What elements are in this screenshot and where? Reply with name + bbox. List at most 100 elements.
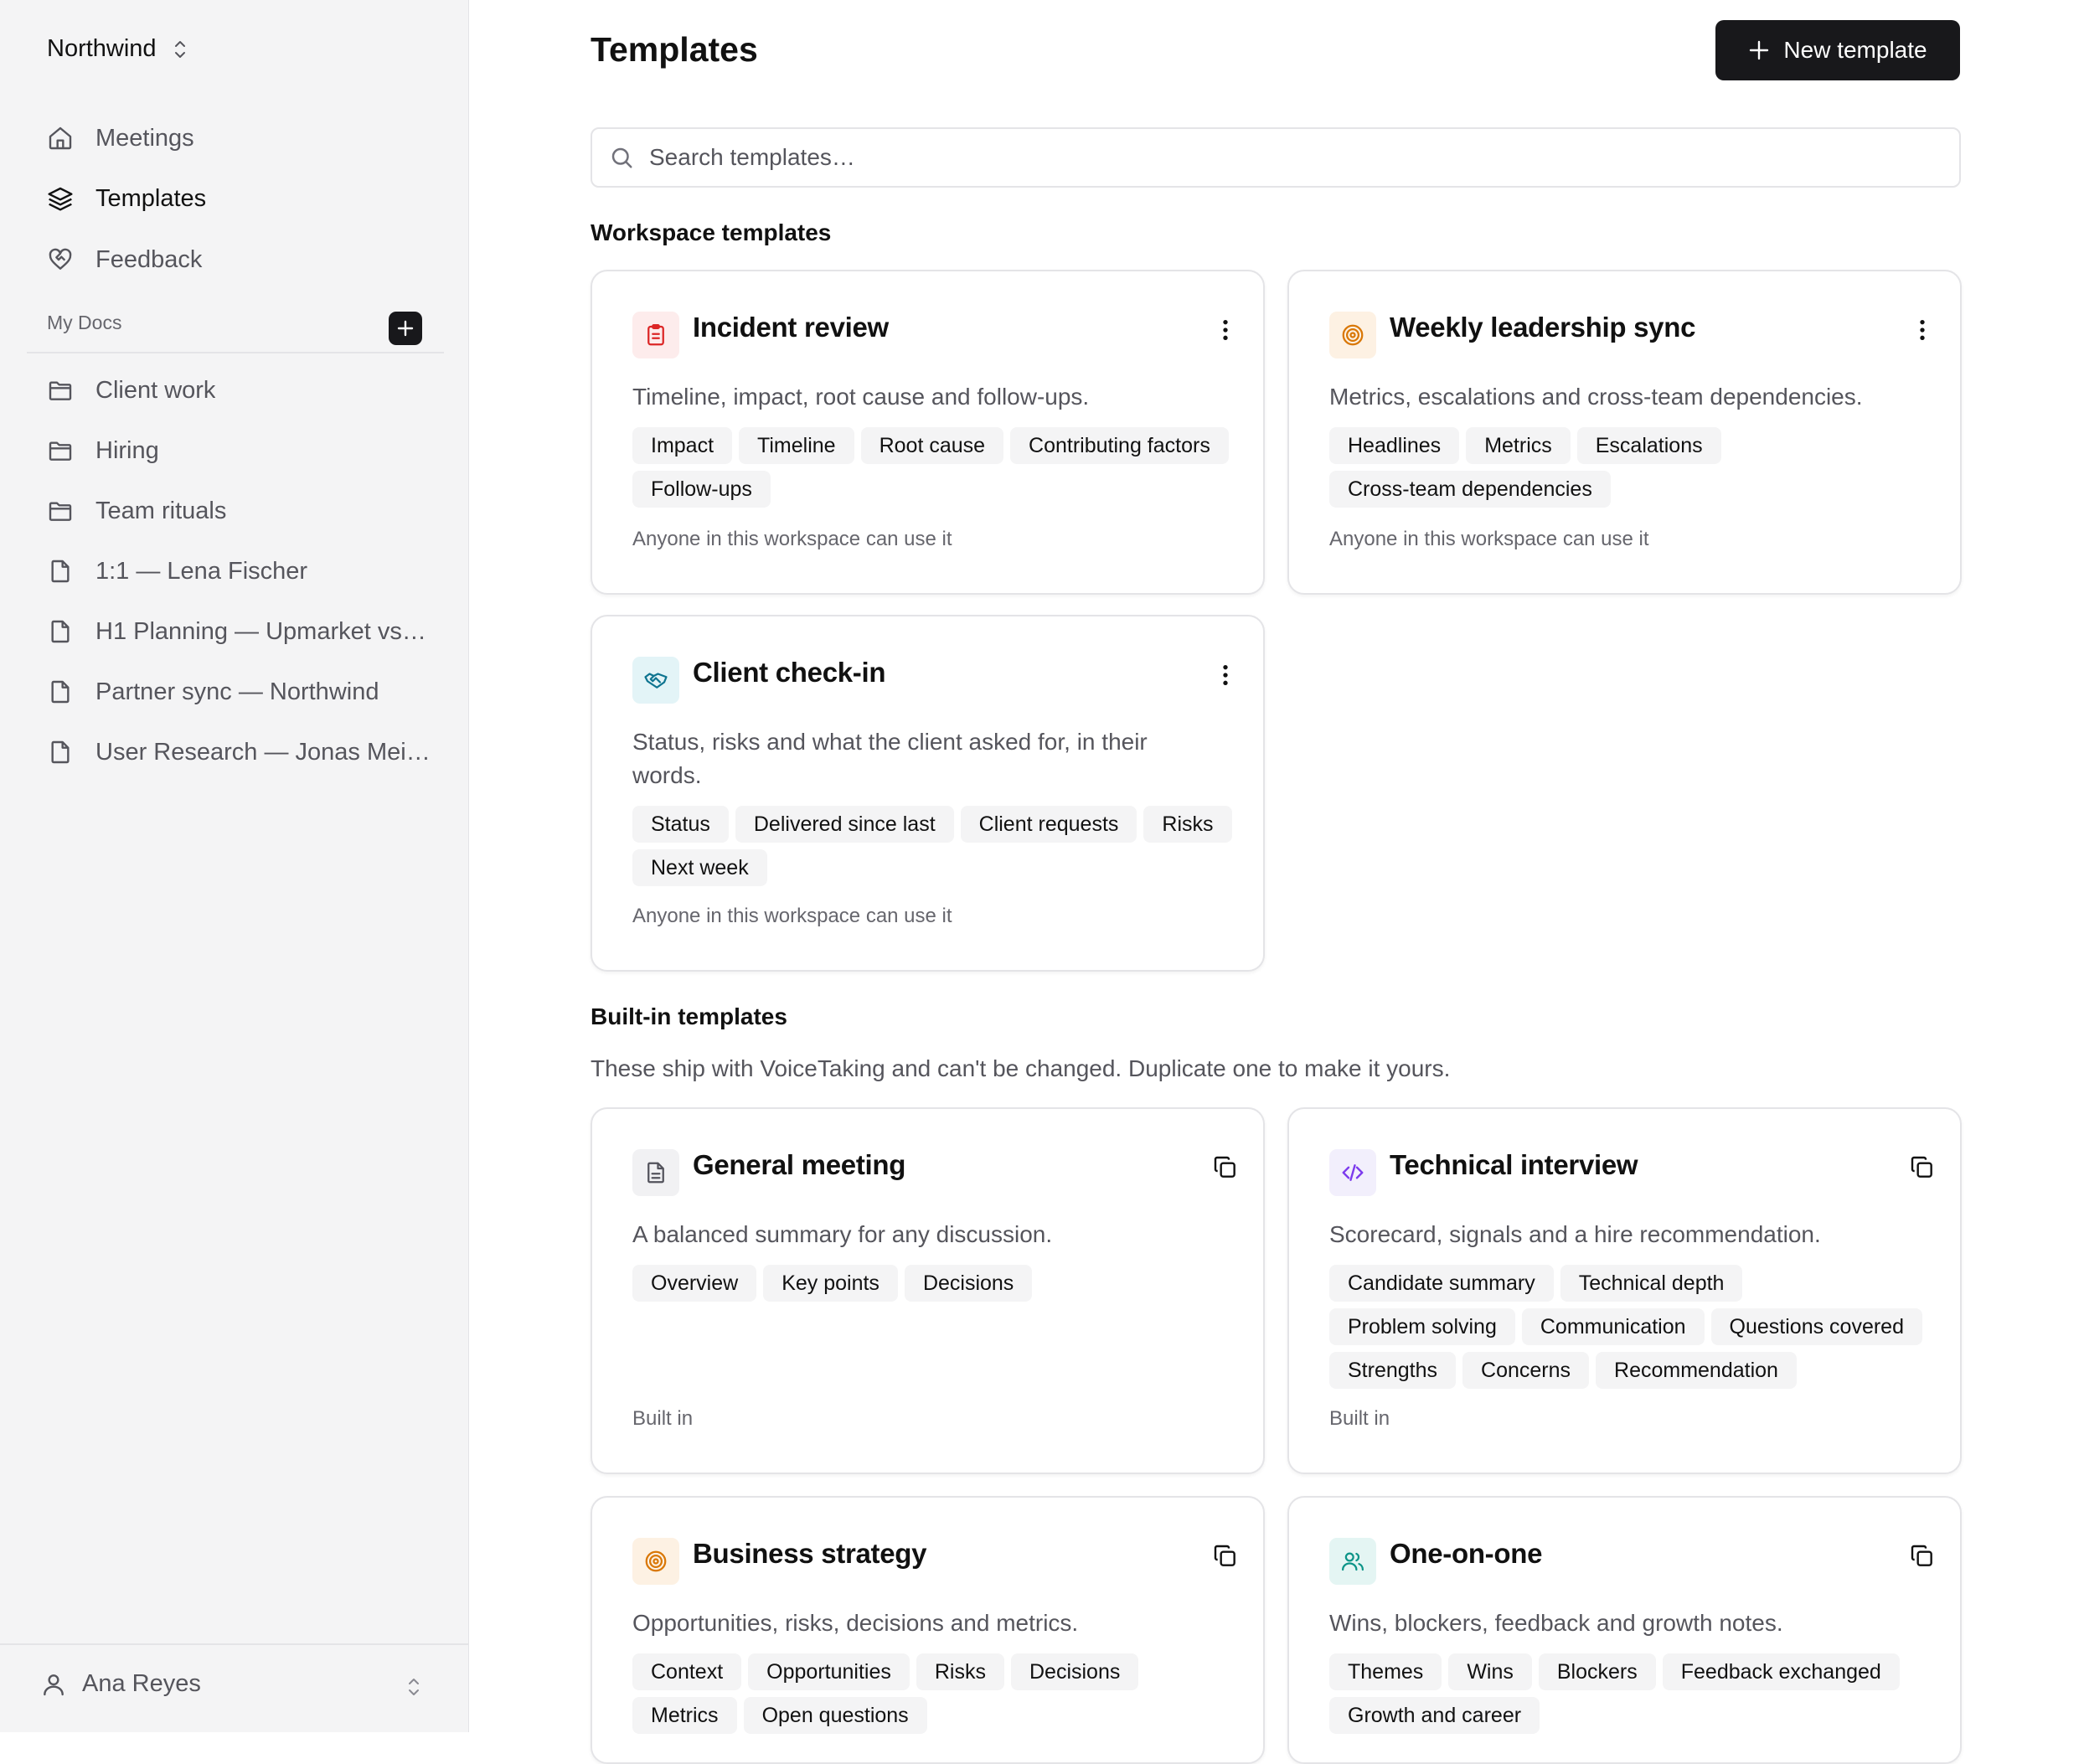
- doc-label: Team rituals: [95, 497, 227, 524]
- card-title: Weekly leadership sync: [1390, 312, 1696, 343]
- card-footer: Anyone in this workspace can use it: [632, 528, 952, 550]
- card-icon-badge: [632, 1538, 679, 1585]
- folder-icon: [49, 441, 72, 461]
- tag-list: Impact Timeline Root cause Contributing …: [632, 427, 1235, 508]
- page-title: Templates: [591, 30, 758, 69]
- workspace-name: Northwind: [47, 35, 157, 62]
- doc-item-1on1-lena[interactable]: 1:1 — Lena Fischer: [47, 553, 432, 590]
- doc-label: H1 Planning — Upmarket vs …: [95, 617, 432, 645]
- nav-meetings[interactable]: Meetings: [47, 120, 194, 157]
- template-card-general-meeting[interactable]: General meeting A balanced summary for a…: [591, 1107, 1265, 1474]
- card-description: Status, risks and what the client asked …: [632, 729, 1148, 788]
- duplicate-button[interactable]: [1209, 1151, 1242, 1184]
- more-vertical-icon: [1223, 320, 1228, 340]
- users-icon: [1342, 1552, 1364, 1571]
- template-card-client-check-in[interactable]: Client check-in Status, risks and what t…: [591, 615, 1265, 972]
- template-card-business-strategy[interactable]: Business strategy Opportunities, risks, …: [591, 1496, 1265, 1764]
- doc-item-team-rituals[interactable]: Team rituals: [47, 493, 432, 529]
- duplicate-button[interactable]: [1209, 1540, 1242, 1573]
- template-card-one-on-one[interactable]: One-on-one Wins, blockers, feedback and …: [1287, 1496, 1962, 1764]
- doc-item-hiring[interactable]: Hiring: [47, 432, 432, 469]
- new-template-button[interactable]: New template: [1715, 20, 1960, 80]
- card-footer: Anyone in this workspace can use it: [632, 905, 952, 927]
- tag-list: Status Delivered since last Client reque…: [632, 806, 1235, 886]
- tag: Contributing factors: [1010, 427, 1229, 464]
- clipboard-icon: [647, 324, 664, 346]
- new-template-label: New template: [1783, 37, 1927, 63]
- user-icon: [44, 1674, 64, 1695]
- tag: Headlines: [1329, 427, 1460, 464]
- doc-label: Partner sync — Northwind: [95, 678, 379, 705]
- card-footer: Built in: [632, 1407, 694, 1430]
- card-icon-badge: [632, 657, 679, 704]
- doc-label: User Research — Jonas Meij…: [95, 738, 432, 766]
- card-title: Technical interview: [1390, 1149, 1638, 1180]
- tag: Metrics: [632, 1697, 737, 1734]
- nav-templates[interactable]: Templates: [47, 180, 206, 217]
- main-content: Templates New template Workspace templat…: [469, 0, 2084, 1764]
- doc-item-partner-sync[interactable]: Partner sync — Northwind: [47, 673, 432, 710]
- tag-list: Candidate summary Technical depth Proble…: [1329, 1265, 1932, 1389]
- more-menu-button[interactable]: [1209, 658, 1242, 692]
- card-title: Business strategy: [693, 1538, 927, 1569]
- tag: Themes: [1329, 1653, 1442, 1690]
- file-icon: [51, 740, 70, 764]
- template-card-incident-review[interactable]: Incident review Timeline, impact, root c…: [591, 270, 1265, 595]
- sidebar-divider: [27, 352, 444, 353]
- copy-icon: [1214, 1545, 1235, 1566]
- handshake-icon: [644, 673, 668, 689]
- layers-icon: [48, 187, 73, 211]
- doc-item-h1-planning[interactable]: H1 Planning — Upmarket vs …: [47, 613, 432, 650]
- card-description: Opportunities, risks, decisions and metr…: [632, 1610, 1079, 1636]
- doc-item-user-research[interactable]: User Research — Jonas Meij…: [47, 734, 432, 771]
- card-description: A balanced summary for any discussion.: [632, 1221, 1053, 1247]
- doc-label: Hiring: [95, 436, 159, 464]
- card-icon-badge: [632, 312, 679, 358]
- chevron-up-down-icon: [174, 40, 185, 58]
- tag: Open questions: [743, 1697, 927, 1734]
- duplicate-button[interactable]: [1906, 1540, 1939, 1573]
- tag: Decisions: [904, 1265, 1033, 1302]
- card-footer: Anyone in this workspace can use it: [1329, 528, 1649, 550]
- search-bar[interactable]: [591, 127, 1961, 188]
- user-name: Ana Reyes: [82, 1670, 201, 1697]
- more-menu-button[interactable]: [1906, 313, 1939, 347]
- card-title: General meeting: [693, 1149, 906, 1180]
- duplicate-button[interactable]: [1906, 1151, 1939, 1184]
- nav-label: Templates: [95, 184, 207, 212]
- nav-label: Meetings: [95, 124, 194, 152]
- nav-label: Feedback: [95, 245, 203, 273]
- tag: Delivered since last: [735, 806, 954, 843]
- more-menu-button[interactable]: [1209, 313, 1242, 347]
- nav-feedback[interactable]: Feedback: [47, 241, 202, 278]
- chevron-up-down-icon[interactable]: [405, 1675, 422, 1699]
- search-input[interactable]: [647, 143, 1959, 172]
- template-card-technical-interview[interactable]: Technical interview Scorecard, signals a…: [1287, 1107, 1962, 1474]
- user-menu[interactable]: Ana Reyes: [40, 1670, 201, 1698]
- tag: Risks: [916, 1653, 1004, 1690]
- tag: Client requests: [960, 806, 1137, 843]
- add-doc-button[interactable]: [389, 312, 422, 345]
- tag: Recommendation: [1596, 1352, 1797, 1389]
- tag: Problem solving: [1329, 1308, 1515, 1345]
- tag: Metrics: [1466, 427, 1571, 464]
- doc-item-client-work[interactable]: Client work: [47, 372, 432, 409]
- card-description: Timeline, impact, root cause and follow-…: [632, 384, 1090, 410]
- template-card-weekly-leadership-sync[interactable]: Weekly leadership sync Metrics, escalati…: [1287, 270, 1962, 595]
- plus-icon: [397, 320, 414, 337]
- tag: Technical depth: [1560, 1265, 1743, 1302]
- copy-icon: [1214, 1156, 1235, 1178]
- workspace-templates-heading: Workspace templates: [591, 219, 832, 245]
- doc-label: 1:1 — Lena Fischer: [95, 557, 308, 585]
- workspace-switcher[interactable]: Northwind: [47, 35, 188, 63]
- sidebar: Northwind Meetings Templates Feedback My…: [0, 0, 469, 1732]
- tag-list: Themes Wins Blockers Feedback exchanged …: [1329, 1653, 1932, 1734]
- user-divider: [0, 1643, 469, 1645]
- target-icon: [645, 1550, 667, 1572]
- tag: Decisions: [1010, 1653, 1139, 1690]
- card-footer: Built in: [1329, 1407, 1390, 1430]
- card-title: One-on-one: [1390, 1538, 1543, 1569]
- tag: Overview: [632, 1265, 757, 1302]
- doc-label: Client work: [95, 376, 216, 404]
- tag: Strengths: [1329, 1352, 1457, 1389]
